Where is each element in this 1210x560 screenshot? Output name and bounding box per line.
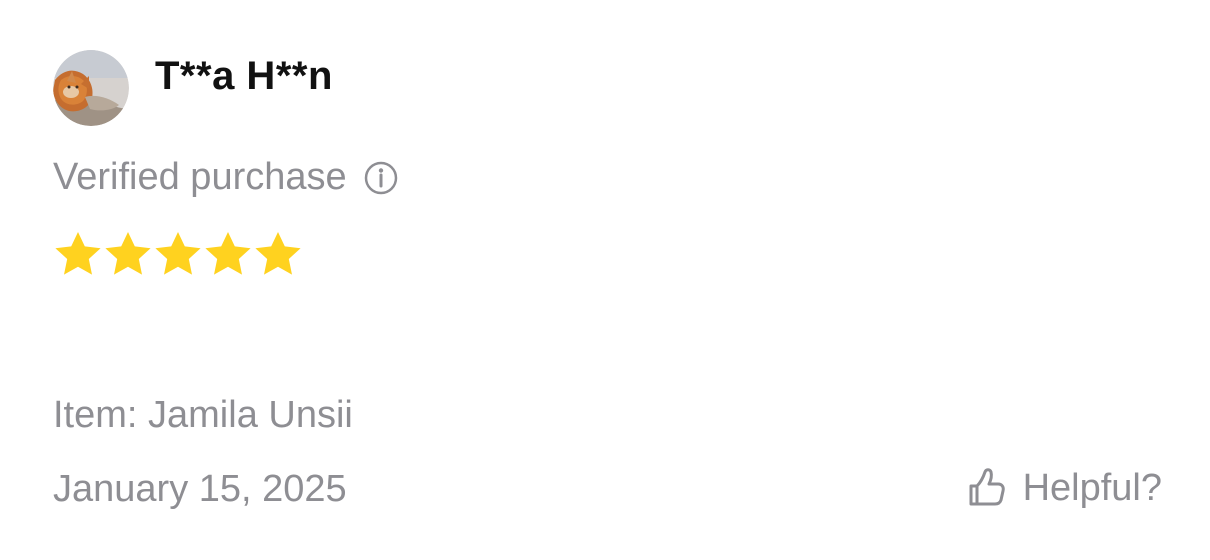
helpful-label: Helpful?	[1022, 466, 1162, 509]
info-icon[interactable]	[363, 160, 399, 196]
star-icon	[55, 232, 101, 275]
helpful-button[interactable]: Helpful?	[963, 464, 1162, 512]
star-icon	[105, 232, 151, 275]
star-icon	[255, 232, 301, 275]
star-icon	[155, 232, 201, 275]
reviewer-name: T**a H**n	[155, 53, 333, 98]
star-rating	[53, 229, 303, 279]
thumbs-up-icon	[969, 468, 1005, 506]
verified-purchase: Verified purchase	[53, 156, 399, 199]
avatar[interactable]	[53, 50, 129, 126]
review-card: T**a H**n Verified purchase Item: Jamila…	[0, 0, 1210, 560]
item-label: Item: Jamila Unsii	[53, 394, 353, 436]
review-header: T**a H**n	[53, 50, 333, 126]
star-icon	[205, 232, 251, 275]
verified-purchase-label: Verified purchase	[53, 156, 347, 198]
review-date: January 15, 2025	[53, 468, 347, 510]
